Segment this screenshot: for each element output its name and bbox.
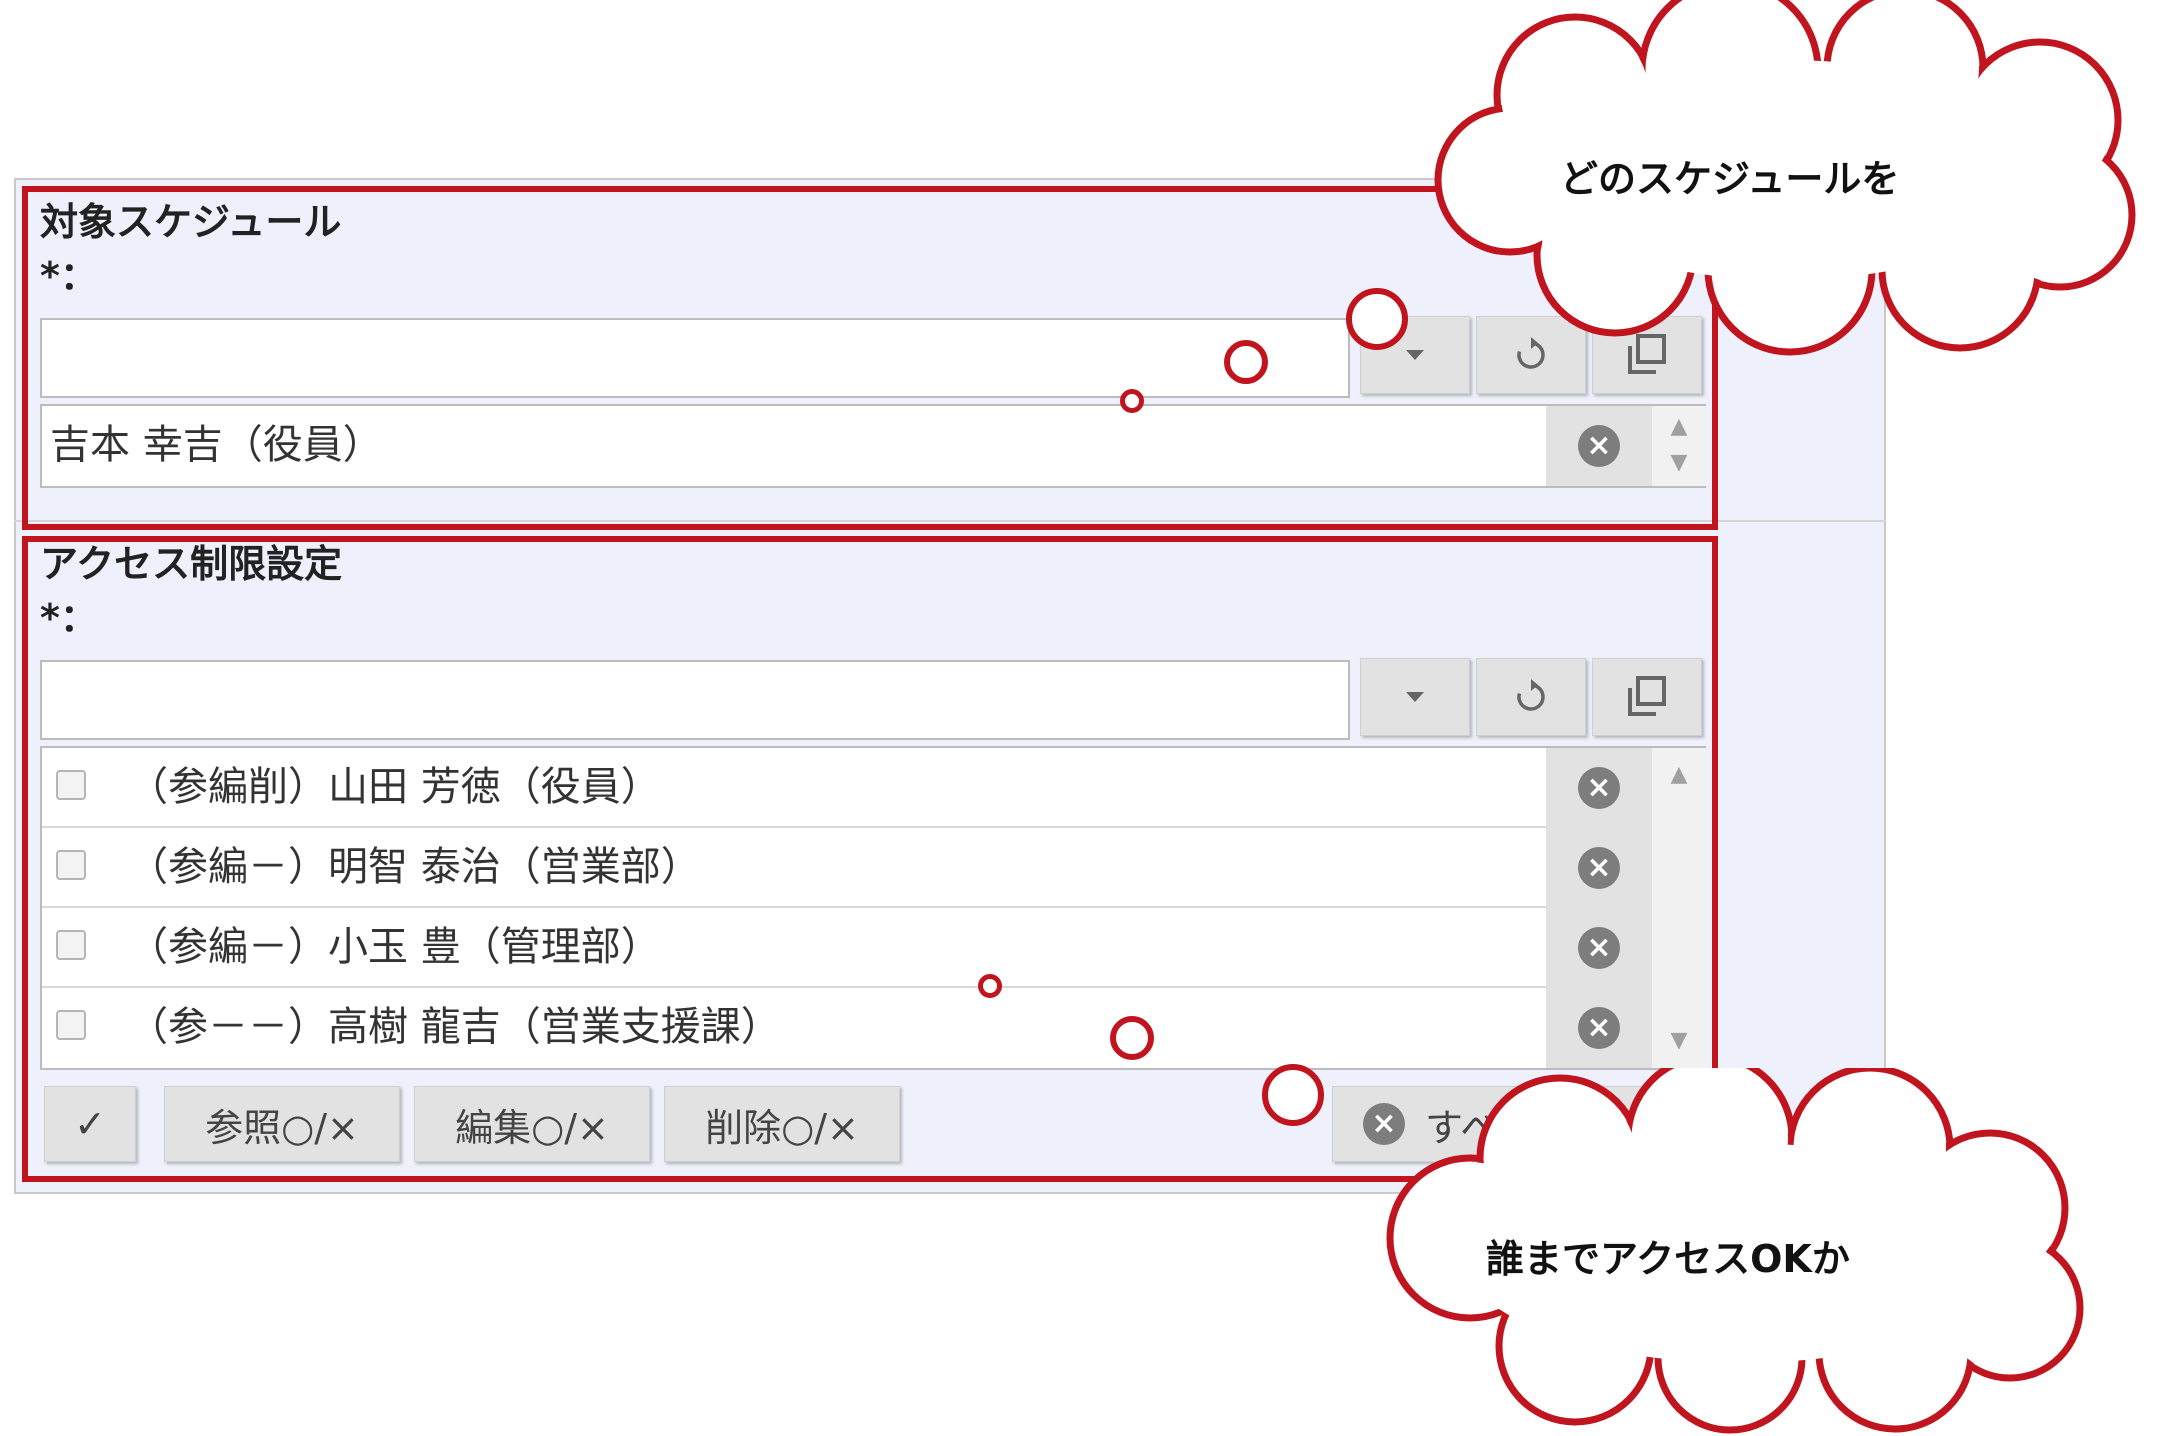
annotation-bubble: [1110, 1016, 1154, 1060]
annotation-bubble: [1262, 1064, 1324, 1126]
annotation-bubble: [978, 974, 1002, 998]
annotation-cloud-top-text: どのスケジュールを: [1560, 157, 1900, 201]
annotation-bubble: [1120, 389, 1144, 413]
annotation-bubble: [1346, 288, 1408, 350]
annotation-bubble: [1224, 340, 1268, 384]
annotation-cloud-bottom-text: 誰までアクセスOKか: [1486, 1237, 1850, 1281]
